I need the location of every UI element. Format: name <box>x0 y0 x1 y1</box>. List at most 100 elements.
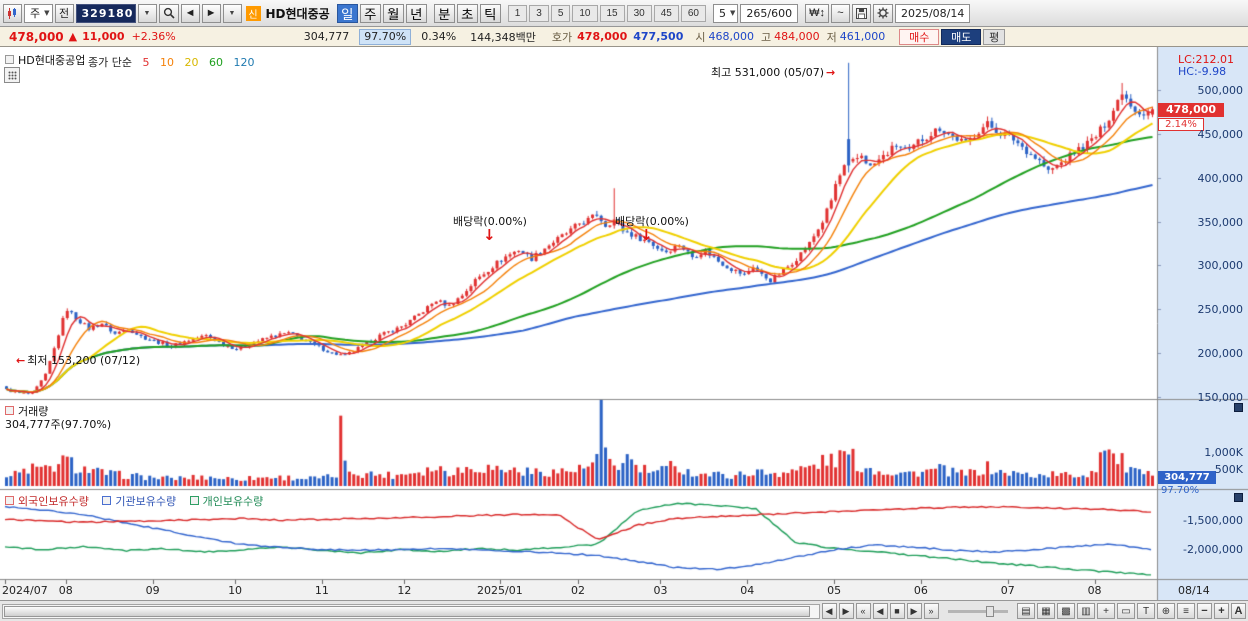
zoom-slider-thumb[interactable] <box>985 605 994 617</box>
up-arrow-icon: ▲ <box>68 30 78 43</box>
tab-second[interactable]: 초 <box>456 3 478 23</box>
tab-week[interactable]: 주 <box>359 3 381 23</box>
x-axis-label: 10 <box>228 584 243 597</box>
crosshair-icon[interactable]: + <box>1097 603 1115 619</box>
x-axis-label: 08 <box>58 584 73 597</box>
minute-3-button[interactable]: 3 <box>529 4 549 22</box>
chart-canvas[interactable] <box>0 47 1248 600</box>
pattern-search-icon[interactable]: ▩ <box>1057 603 1075 619</box>
prev-stock-button[interactable]: 전 <box>54 3 74 23</box>
axis-label: -1,500,000 <box>1183 513 1243 527</box>
minute-45-button[interactable]: 45 <box>653 4 679 22</box>
magnifier-icon[interactable]: ⊕ <box>1157 603 1175 619</box>
tab-year[interactable]: 년 <box>405 3 427 23</box>
settings-button[interactable] <box>872 3 893 23</box>
low-label: 저 <box>826 30 837 44</box>
volume-value: 304,777 <box>303 30 350 43</box>
horizontal-scrollbar[interactable] <box>2 603 820 619</box>
individual-holdings-label: 개인보유수량 <box>189 495 263 508</box>
step-back-button[interactable]: ◀ <box>872 603 888 619</box>
volume-square-icon <box>5 406 14 415</box>
minute-60-button[interactable]: 60 <box>680 4 706 22</box>
price-change: 11,000 <box>82 30 125 43</box>
axis-label: 450,000 <box>1197 127 1244 141</box>
auto-scale-button[interactable]: A <box>1231 603 1246 619</box>
zoom-in-button[interactable]: + <box>1214 603 1229 619</box>
time-axis[interactable]: 2024/07 08 09 10 11 12 2025/01 02 03 04 05 06 07 08 <box>0 581 1248 600</box>
zoom-slider[interactable] <box>947 605 1008 617</box>
x-axis-label: 09 <box>145 584 160 597</box>
high-annotation: 최고 531,000 (05/07) → <box>711 66 836 79</box>
individual-square-icon <box>189 496 199 505</box>
ma120-label: 120 <box>233 56 255 69</box>
tab-month[interactable]: 월 <box>382 3 404 23</box>
open-label: 시 <box>695 30 706 44</box>
minute-5-button[interactable]: 5 <box>550 4 571 22</box>
volume-subtitle: 304,777주(97.70%) <box>5 418 112 431</box>
step-forward-button[interactable]: ▶ <box>906 603 922 619</box>
minute-30-button[interactable]: 30 <box>626 4 652 22</box>
scrollbar-thumb[interactable] <box>4 605 810 617</box>
grid-icon[interactable]: ▦ <box>1037 603 1055 619</box>
menu-icon[interactable]: ≡ <box>1177 603 1195 619</box>
low-price: 461,000 <box>839 30 886 43</box>
stop-button[interactable]: ■ <box>889 603 905 619</box>
history-forward-button[interactable]: ► <box>201 3 221 23</box>
ma20-label: 20 <box>184 56 199 69</box>
indicator-menu-button[interactable] <box>4 67 20 83</box>
bottom-bar: ◀ ▶ « ◀ ■ ▶ » ▤ ▦ ▩ ▥ + ▭ T ⊕ ≡ − + A <box>0 600 1248 621</box>
tab-tick[interactable]: 틱 <box>479 3 501 23</box>
jump-start-button[interactable]: « <box>855 603 871 619</box>
scroll-left-button[interactable]: ◀ <box>821 603 837 619</box>
gear-icon <box>877 7 889 19</box>
ruler-icon[interactable]: ▭ <box>1117 603 1135 619</box>
x-axis-label: 08 <box>1087 584 1102 597</box>
bid-price: 477,500 <box>633 30 684 43</box>
scroll-right-button[interactable]: ▶ <box>838 603 854 619</box>
ma-legend: 종가 단순 5 10 20 60 120 <box>88 54 261 70</box>
stock-code-input[interactable]: 329180 <box>75 3 136 23</box>
collapse-volume-button[interactable] <box>1234 403 1243 412</box>
x-axis-label: 05 <box>827 584 842 597</box>
chart-type-button[interactable] <box>3 3 22 23</box>
minute-10-button[interactable]: 10 <box>572 4 598 22</box>
minute-1-button[interactable]: 1 <box>507 4 528 22</box>
tab-day[interactable]: 일 <box>336 3 358 23</box>
multi-chart-icon[interactable]: ▥ <box>1077 603 1095 619</box>
history-dropdown-button[interactable]: ▼ <box>222 3 242 23</box>
cycle-combo[interactable]: 주 ▼ <box>24 3 53 23</box>
interval-spinner[interactable]: 5 ▼ <box>713 3 739 23</box>
hoga-label: 호가 <box>551 30 573 44</box>
code-dropdown-button[interactable]: ▼ <box>137 3 157 23</box>
buy-button[interactable]: 매수 <box>899 28 940 45</box>
zoom-out-button[interactable]: − <box>1197 603 1212 619</box>
line-style-button[interactable]: ~ <box>830 3 850 23</box>
ask-price: 478,000 <box>577 30 628 43</box>
sell-button[interactable]: 매도 <box>941 28 982 45</box>
search-button[interactable] <box>158 3 179 23</box>
institutional-square-icon <box>102 496 112 505</box>
avg-button[interactable]: 평 <box>983 28 1006 45</box>
high-label: 고 <box>760 30 772 44</box>
new-badge: 신 <box>245 5 261 21</box>
ma5-label: 5 <box>142 56 150 69</box>
volume-ratio: 97.70% <box>359 28 412 45</box>
ma10-label: 10 <box>159 56 174 69</box>
history-back-button[interactable]: ◄ <box>180 3 200 23</box>
turnover-pct: 0.34% <box>421 30 457 43</box>
stock-name: HD현대중공 <box>265 6 330 21</box>
axis-label: 250,000 <box>1197 303 1244 317</box>
down-arrow-icon: ↓ <box>640 226 653 244</box>
text-tool-icon[interactable]: T <box>1137 603 1155 619</box>
date-picker[interactable]: 2025/08/14 <box>894 3 971 23</box>
price-scale-button[interactable]: ₩↕ <box>805 3 829 23</box>
jump-end-button[interactable]: » <box>923 603 939 619</box>
axis-label: 200,000 <box>1197 347 1244 361</box>
save-button[interactable] <box>851 3 871 23</box>
collapse-holdings-button[interactable] <box>1234 493 1243 502</box>
tab-minute[interactable]: 분 <box>433 3 455 23</box>
minute-15-button[interactable]: 15 <box>599 4 625 22</box>
price-axis[interactable]: 500,000 450,000 400,000 350,000 300,000 250,0… <box>1158 47 1248 600</box>
x-axis-label: 2025/01 <box>477 584 523 597</box>
region-stat-icon[interactable]: ▤ <box>1017 603 1035 619</box>
